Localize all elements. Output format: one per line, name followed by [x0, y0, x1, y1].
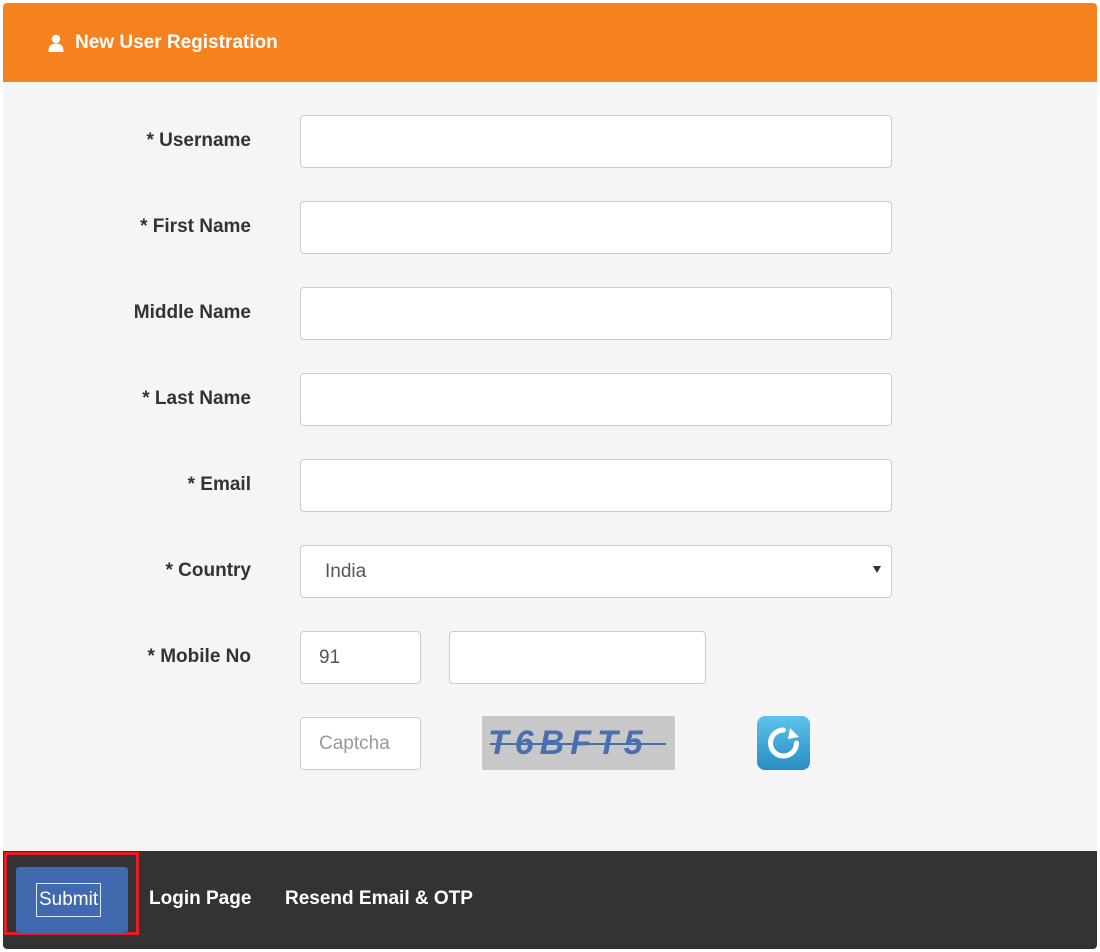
captcha-image: T6BFT5 [482, 716, 675, 770]
refresh-icon [768, 727, 799, 759]
last-name-label: * Last Name [142, 388, 251, 409]
mobile-label: * Mobile No [147, 646, 251, 667]
first-name-label: * First Name [140, 216, 251, 237]
registration-panel: New User Registration * Username * First… [3, 3, 1097, 949]
middle-name-input[interactable] [300, 287, 892, 340]
last-name-input[interactable] [300, 373, 892, 426]
panel-header: New User Registration [3, 3, 1097, 82]
page-title: New User Registration [75, 32, 278, 53]
country-selected-value: India [325, 561, 367, 582]
email-label: * Email [187, 474, 251, 495]
mobile-number-input[interactable] [449, 631, 706, 684]
email-input[interactable] [300, 459, 892, 512]
mobile-country-code-input[interactable] [300, 631, 421, 684]
captcha-refresh-button[interactable] [757, 716, 810, 770]
submit-button-label: Submit [36, 883, 102, 917]
user-icon [48, 34, 64, 52]
country-select[interactable]: India [300, 545, 892, 598]
middle-name-label: Middle Name [133, 302, 251, 323]
username-label: * Username [146, 130, 251, 151]
login-page-link[interactable]: Login Page [149, 887, 251, 911]
username-input[interactable] [300, 115, 892, 168]
first-name-input[interactable] [300, 201, 892, 254]
submit-button[interactable]: Submit [16, 867, 128, 933]
captcha-input[interactable] [300, 717, 421, 770]
chevron-down-icon [873, 566, 881, 573]
panel-footer: Submit Login Page Resend Email & OTP [3, 851, 1097, 949]
captcha-strike-line [490, 743, 666, 745]
country-label: * Country [165, 560, 252, 581]
resend-email-otp-link[interactable]: Resend Email & OTP [285, 887, 473, 911]
